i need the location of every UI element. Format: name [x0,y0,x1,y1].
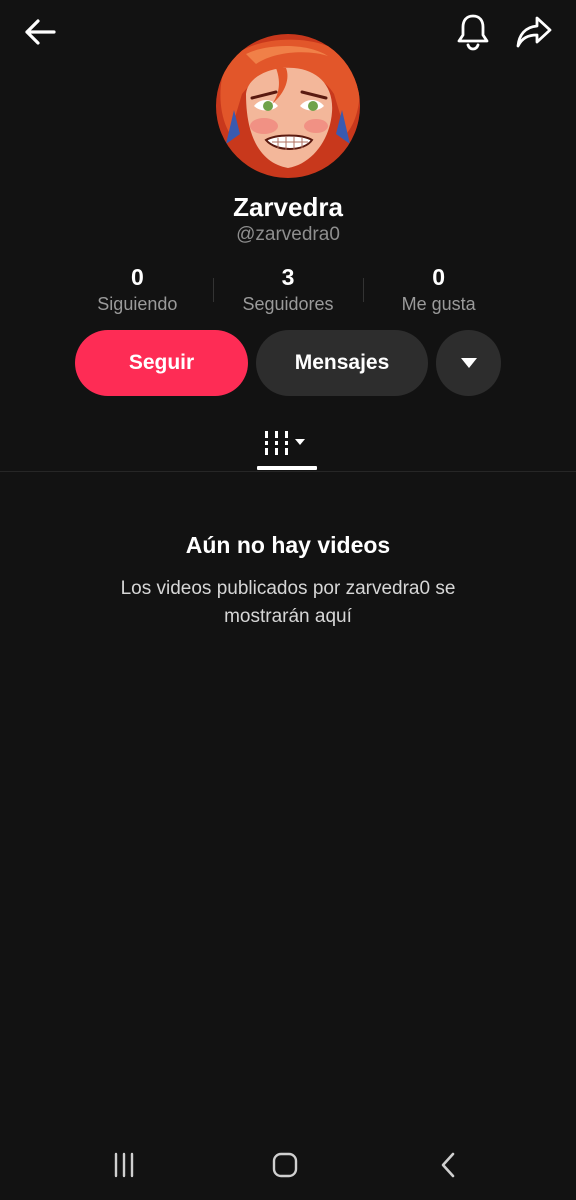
profile-stats: 0 Siguiendo 3 Seguidores 0 Me gusta [62,262,514,322]
stat-value: 3 [281,264,295,290]
username: @zarvedra0 [236,224,340,245]
home-icon [272,1152,298,1178]
stat-followers[interactable]: 3 Seguidores [212,262,364,322]
recent-apps-icon [114,1152,134,1178]
stat-label: Siguiendo [97,294,178,314]
back-button[interactable] [16,12,64,52]
share-button[interactable] [510,10,558,54]
active-tab-indicator [257,466,317,470]
follow-button[interactable]: Seguir [75,330,248,396]
video-grid-icon [265,430,305,455]
avatar-illustration [216,34,360,178]
system-nav-bar [0,1130,576,1200]
arrow-left-icon [25,19,56,45]
share-arrow-icon [516,16,552,48]
back-chevron-icon [441,1152,455,1178]
stat-label: Me gusta [401,294,476,314]
message-button[interactable]: Mensajes [256,330,428,396]
stat-value: 0 [130,264,144,290]
stat-label: Seguidores [242,294,334,314]
display-name: Zarvedra [233,192,343,222]
tab-videos[interactable] [257,415,317,470]
caret-down-icon [460,358,477,368]
system-back-button[interactable] [418,1140,478,1190]
stat-following[interactable]: 0 Siguiendo [62,262,213,322]
content-tab-bar [0,415,576,472]
stat-likes[interactable]: 0 Me gusta [363,262,514,322]
empty-state-title: Aún no hay videos [185,532,391,558]
more-options-button[interactable] [436,330,501,396]
stat-value: 0 [432,264,446,290]
recent-apps-button[interactable] [94,1140,154,1190]
profile-avatar[interactable] [216,34,360,178]
notifications-button[interactable] [450,10,496,54]
bell-icon [457,14,489,51]
empty-state-description: Los videos publicados por zarvedra0 se m… [120,578,456,627]
home-button[interactable] [255,1140,315,1190]
